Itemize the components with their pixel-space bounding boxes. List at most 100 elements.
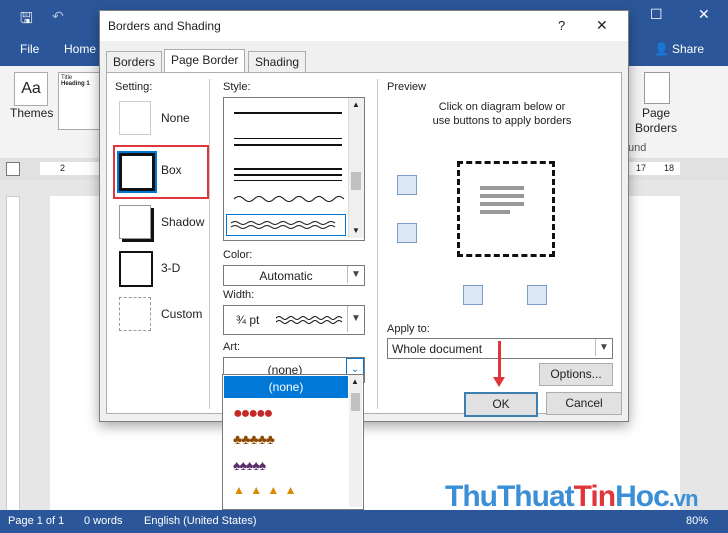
art-option-corn[interactable]: ▲ ▲ ▲ ▲	[233, 483, 298, 497]
setting-custom-label: Custom	[161, 307, 203, 321]
setting-box[interactable]: Box	[115, 147, 205, 193]
scroll-thumb[interactable]	[351, 393, 360, 411]
scroll-down-icon[interactable]: ▼	[352, 226, 360, 235]
chevron-down-icon[interactable]: ▼	[347, 266, 364, 283]
preview-text-line	[480, 186, 524, 190]
preview-text-line	[480, 194, 524, 198]
undo-icon[interactable]: ↶	[52, 8, 64, 25]
page-borders-icon[interactable]	[644, 72, 670, 104]
art-options-list[interactable]: (none) ●●●●● ♣♣♣♣♣ ♠♠♠♠♠ ▲ ▲ ▲ ▲ ▲	[222, 374, 364, 510]
status-page[interactable]: Page 1 of 1	[8, 515, 64, 527]
options-button[interactable]: Options...	[539, 363, 613, 386]
setting-3d-icon	[119, 251, 153, 287]
double-wavy-line	[231, 221, 336, 229]
color-dropdown[interactable]: Automatic ▼	[223, 265, 365, 286]
scroll-up-icon[interactable]: ▲	[351, 377, 359, 386]
tab-home[interactable]: Home	[64, 42, 96, 56]
setting-none-label: None	[161, 111, 190, 125]
watermark-part: Thuat	[496, 480, 575, 513]
art-option-candies[interactable]: ♠♠♠♠♠	[233, 457, 266, 473]
status-words[interactable]: 0 words	[84, 515, 123, 527]
tab-selector[interactable]	[6, 162, 20, 176]
style-set-preview[interactable]: Title Heading 1	[58, 72, 100, 130]
style-option[interactable]	[234, 174, 342, 176]
art-label: Art:	[223, 341, 241, 353]
art-option-apples[interactable]: ●●●●●	[233, 405, 273, 423]
style-label: Style:	[223, 81, 251, 93]
chevron-down-icon[interactable]: ▼	[595, 339, 612, 356]
themes-label[interactable]: Themes	[10, 106, 53, 120]
style-option-wavy[interactable]	[234, 194, 344, 204]
watermark-logo: ThuThuatTinHoc.vn	[445, 480, 699, 514]
watermark-part: Thu	[445, 480, 498, 513]
color-value: Automatic	[259, 269, 313, 283]
right-border-button[interactable]	[527, 285, 547, 305]
preview-hint-1: Click on diagram below or	[438, 101, 566, 113]
themes-icon[interactable]: Aa	[14, 72, 48, 106]
color-label: Color:	[223, 249, 253, 261]
close-window-icon[interactable]: ✕	[698, 6, 710, 23]
tab-page-border[interactable]: Page Border	[164, 49, 246, 73]
page-border-panel: Setting: None Box Shadow 3-D Custom Styl…	[106, 72, 622, 414]
maximize-icon[interactable]: ☐	[650, 6, 663, 23]
tab-borders[interactable]: Borders	[106, 51, 163, 72]
zoom-level[interactable]: 80%	[686, 515, 708, 527]
preview-label: Preview	[387, 81, 427, 93]
style-option[interactable]	[234, 180, 342, 181]
bottom-border-button[interactable]	[397, 223, 417, 243]
apply-to-value: Whole document	[392, 342, 483, 356]
setting-none-icon	[119, 101, 151, 135]
width-dropdown[interactable]: ¾ pt ▼	[223, 305, 365, 335]
ruler-mark: 17	[636, 163, 647, 173]
close-icon[interactable]: ✕	[596, 17, 608, 34]
ruler-mark: 2	[60, 163, 66, 173]
borders-shading-dialog: Borders and Shading ? ✕ Borders Page Bor…	[99, 10, 629, 422]
setting-shadow-label: Shadow	[161, 215, 205, 229]
art-scrollbar[interactable]: ▲	[349, 375, 362, 507]
preview-text-line	[480, 210, 510, 214]
left-border-button[interactable]	[463, 285, 483, 305]
style-option[interactable]	[234, 168, 342, 170]
scroll-up-icon[interactable]: ▲	[352, 100, 360, 109]
ok-button[interactable]: OK	[464, 392, 538, 417]
art-option-cakes[interactable]: ♣♣♣♣♣	[233, 431, 275, 447]
dialog-title-bar: Borders and Shading ? ✕	[100, 11, 628, 41]
arrow-icon	[493, 377, 505, 387]
divider	[209, 79, 210, 409]
watermark-part: Tin	[573, 480, 616, 513]
art-option-none[interactable]: (none)	[224, 376, 348, 398]
width-preview-line	[276, 316, 342, 324]
chevron-down-icon[interactable]: ▼	[347, 306, 364, 332]
tab-shading[interactable]: Shading	[248, 51, 307, 72]
tab-file[interactable]: File	[20, 42, 39, 56]
style-option-selected[interactable]	[226, 214, 346, 236]
apply-to-label: Apply to:	[387, 323, 430, 335]
dialog-title: Borders and Shading	[108, 19, 221, 33]
setting-box-icon	[117, 151, 157, 193]
setting-label: Setting:	[115, 81, 153, 93]
style-listbox[interactable]: ▲ ▼	[223, 97, 365, 241]
help-button[interactable]: ?	[558, 18, 565, 33]
status-language[interactable]: English (United States)	[144, 515, 257, 527]
style-option[interactable]	[234, 112, 342, 114]
setting-shadow-icon	[119, 205, 151, 239]
watermark-part: .vn	[668, 486, 699, 511]
arrow-shaft	[498, 341, 501, 381]
cancel-button[interactable]: Cancel	[546, 392, 622, 415]
top-border-button[interactable]	[397, 175, 417, 195]
scroll-thumb[interactable]	[351, 172, 361, 190]
save-icon[interactable]: 🖫	[20, 8, 33, 33]
setting-box-label: Box	[161, 163, 182, 177]
style-scrollbar[interactable]: ▲ ▼	[348, 98, 364, 238]
style-option[interactable]	[234, 138, 342, 139]
width-label: Width:	[223, 289, 255, 301]
setting-custom-icon	[119, 297, 151, 331]
preview-diagram[interactable]	[457, 161, 555, 257]
ruler-mark: 18	[664, 163, 675, 173]
vertical-ruler	[6, 196, 20, 512]
page-borders-button[interactable]: Page Borders	[634, 106, 678, 136]
ribbon-group-label: und	[628, 142, 647, 154]
share-icon: 👤	[654, 42, 669, 56]
style-option[interactable]	[234, 144, 342, 146]
share-button[interactable]: Share	[672, 42, 704, 56]
